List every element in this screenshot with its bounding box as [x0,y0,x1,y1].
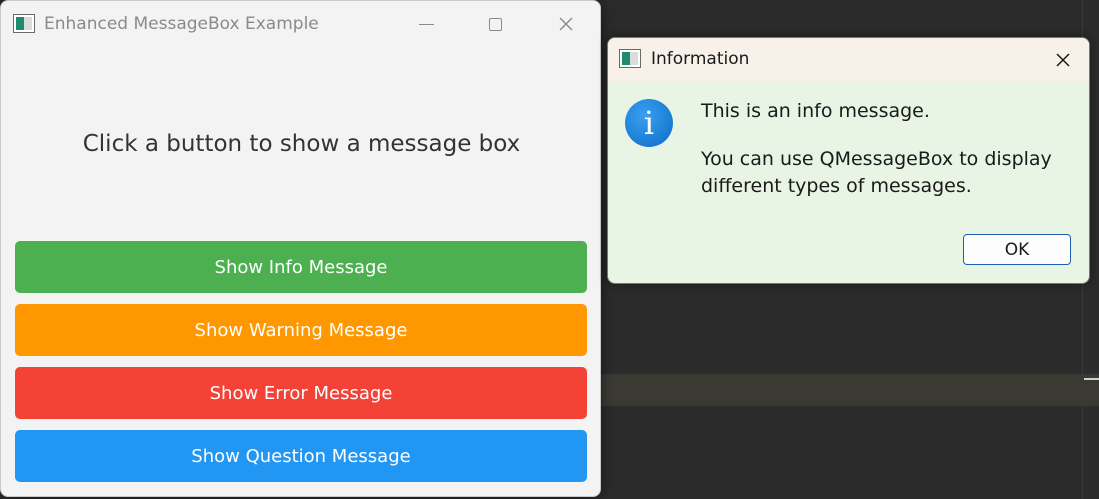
dialog-close-button[interactable] [1048,46,1078,74]
dialog-window-icon [619,49,641,68]
dialog-message: This is an info message. [701,100,930,122]
maximize-icon [488,17,502,31]
close-icon [559,17,573,31]
maximize-button[interactable] [472,9,518,39]
show-info-button[interactable]: Show Info Message [15,241,587,293]
ok-button[interactable]: OK [963,234,1071,265]
information-dialog: Information i This is an info message. Y… [607,37,1090,284]
app-window-icon [13,14,35,33]
dialog-detail-text: You can use QMessageBox to display diffe… [701,148,1052,197]
main-titlebar[interactable]: Enhanced MessageBox Example [1,1,600,47]
show-question-button[interactable]: Show Question Message [15,430,587,482]
info-icon: i [625,99,673,147]
close-icon [1056,53,1070,67]
info-icon-glyph: i [643,104,655,142]
main-window: Enhanced MessageBox Example Click a butt… [0,0,601,497]
dialog-titlebar[interactable]: Information [608,38,1089,81]
background-scroll-mark [1084,378,1099,380]
background-line-highlight [600,374,1099,406]
prompt-label: Click a button to show a message box [82,131,521,157]
minimize-icon [418,23,434,25]
dialog-title: Information [651,49,750,69]
show-warning-button[interactable]: Show Warning Message [15,304,587,356]
close-button[interactable] [543,9,589,39]
minimize-button[interactable] [403,9,449,39]
show-error-button[interactable]: Show Error Message [15,367,587,419]
window-title: Enhanced MessageBox Example [44,14,319,34]
